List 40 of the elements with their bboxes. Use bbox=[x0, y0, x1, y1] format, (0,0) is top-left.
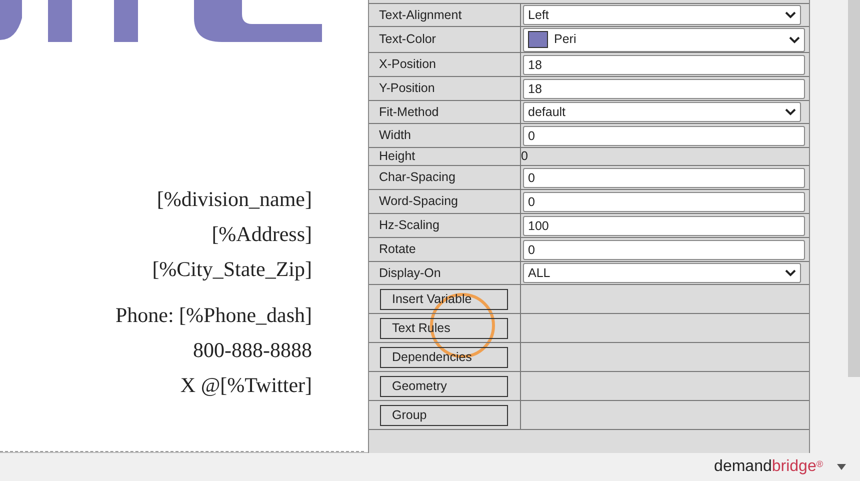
canvas-text: [%City_State_Zip] bbox=[152, 256, 312, 283]
dropdown[interactable]: ALL bbox=[523, 263, 801, 283]
input-field[interactable]: 0 bbox=[523, 168, 805, 188]
property-label: Display-On bbox=[369, 262, 521, 284]
property-label: Text-Color bbox=[369, 27, 521, 52]
canvas-text: Phone: [%Phone_dash] bbox=[115, 302, 312, 329]
input-field[interactable]: 0 bbox=[523, 126, 805, 146]
scroll-down-icon[interactable] bbox=[837, 464, 846, 470]
chevron-down-icon bbox=[785, 108, 796, 116]
canvas-text: [%Address] bbox=[212, 221, 312, 248]
canvas-text: X @[%Twitter] bbox=[180, 372, 312, 399]
canvas-text: 800-888-8888 bbox=[193, 337, 312, 364]
brand-logo: demandbridge$^{®}$ bbox=[714, 457, 823, 477]
property-value: 0 bbox=[521, 148, 528, 166]
dropdown[interactable]: Left bbox=[523, 5, 801, 25]
scrollbar-thumb[interactable] bbox=[848, 0, 860, 377]
chevron-down-icon bbox=[785, 11, 796, 19]
property-label: Hz-Scaling bbox=[369, 214, 521, 237]
chevron-down-icon bbox=[785, 269, 796, 277]
panel-button[interactable]: Geometry bbox=[380, 376, 508, 396]
property-label: Char-Spacing bbox=[369, 166, 521, 189]
dropdown[interactable]: default bbox=[523, 102, 801, 122]
property-label: Width bbox=[369, 124, 521, 147]
property-label: X-Position bbox=[369, 53, 521, 76]
input-field[interactable]: 18 bbox=[523, 78, 805, 98]
panel-button[interactable]: Dependencies bbox=[380, 346, 508, 368]
input-field[interactable]: 18 bbox=[523, 54, 805, 74]
dropdown[interactable]: Peri bbox=[523, 28, 805, 52]
canvas-text: [%division_name] bbox=[156, 186, 312, 213]
input-field[interactable]: 0 bbox=[523, 192, 805, 212]
input-field[interactable]: 0 bbox=[523, 240, 805, 260]
property-label: Rotate bbox=[369, 238, 521, 261]
input-field[interactable]: 100 bbox=[523, 216, 805, 236]
panel-button[interactable]: Group bbox=[380, 404, 508, 426]
property-label: Height bbox=[369, 148, 521, 165]
property-label: Y-Position bbox=[369, 77, 521, 100]
property-label: Word-Spacing bbox=[369, 190, 521, 213]
property-label: Text-Alignment bbox=[369, 4, 521, 26]
property-label: Fit-Method bbox=[369, 101, 521, 123]
chevron-down-icon bbox=[789, 36, 800, 44]
